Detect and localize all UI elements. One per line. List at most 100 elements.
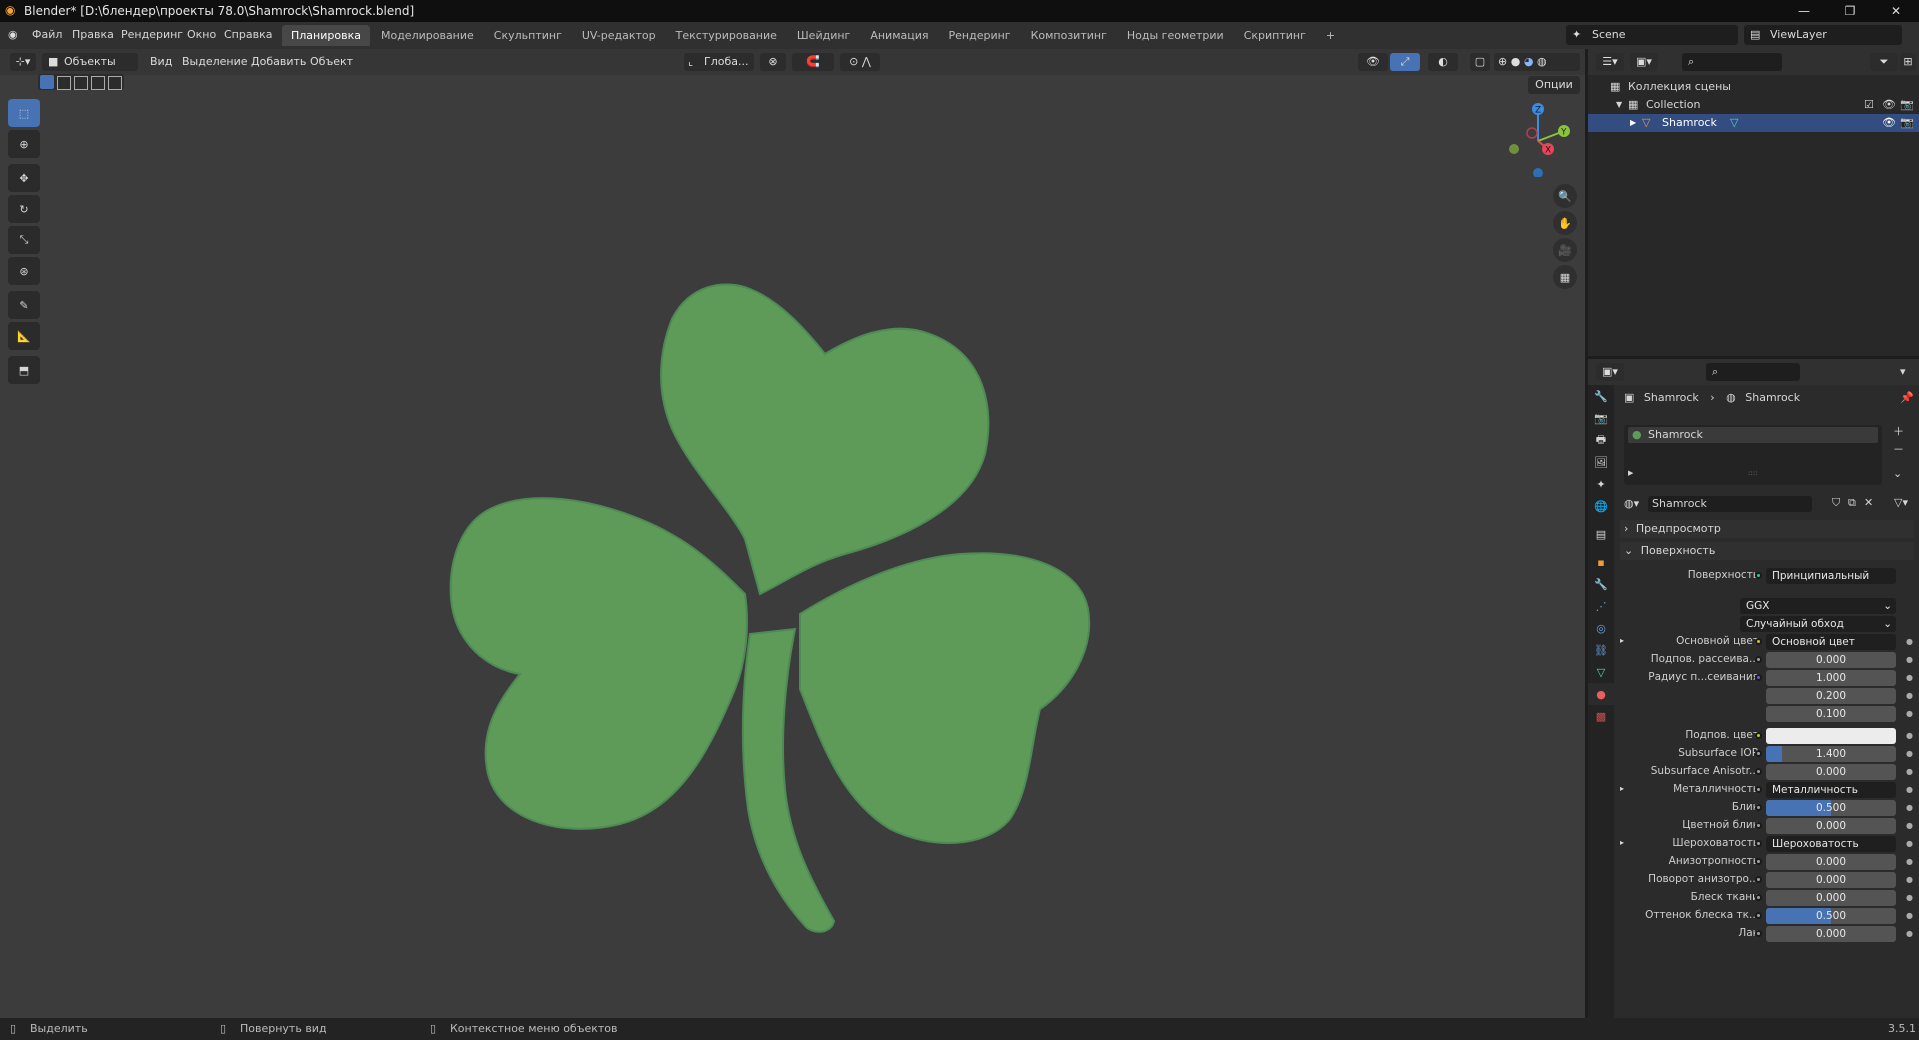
outliner-editor-type-icon[interactable]: ☰▾: [1596, 53, 1624, 71]
object-visibility-eye-icon[interactable]: 👁: [1882, 114, 1896, 132]
outliner-search-input[interactable]: ⌕: [1682, 53, 1782, 71]
shamrock-mesh[interactable]: [449, 283, 1091, 933]
scene-selector[interactable]: ✦ Scene: [1566, 25, 1738, 45]
menu-edit[interactable]: Правка: [72, 28, 114, 41]
close-button[interactable]: ✕: [1873, 0, 1919, 22]
keyframe-dot-icon[interactable]: ●: [1906, 749, 1913, 758]
input-socket-icon[interactable]: [1755, 656, 1762, 663]
bsdf-input-value-slider[interactable]: 0.500: [1766, 800, 1896, 816]
constraints-tab-icon[interactable]: ⛓: [1588, 639, 1614, 661]
list-expand-icon[interactable]: ▶: [1628, 469, 1633, 477]
fake-user-shield-icon[interactable]: ⛉: [1832, 496, 1840, 510]
menu-help[interactable]: Справка: [224, 28, 272, 41]
material-browse-icon[interactable]: ◍▾: [1624, 497, 1639, 510]
expand-input-icon[interactable]: ▸: [1620, 636, 1624, 645]
bsdf-input-value-slider[interactable]: 0.500: [1766, 908, 1896, 924]
tool-tab-icon[interactable]: 🔧: [1588, 385, 1614, 407]
keyframe-dot-icon[interactable]: ●: [1906, 839, 1913, 848]
input-socket-icon[interactable]: [1755, 930, 1762, 937]
data-tab-icon[interactable]: ▽: [1588, 661, 1614, 683]
texture-tab-icon[interactable]: ▩: [1588, 705, 1614, 727]
collapse-arrow-icon[interactable]: ▼: [1616, 96, 1622, 114]
input-socket-icon[interactable]: [1755, 638, 1762, 645]
bsdf-input-value-slider[interactable]: 0.200: [1766, 688, 1896, 704]
add-slot-icon[interactable]: ＋: [1893, 423, 1904, 439]
material-link-icon[interactable]: ▽▾: [1894, 496, 1908, 509]
material-slot-row[interactable]: ● Shamrock: [1628, 427, 1878, 443]
3d-viewport[interactable]: ⊹▾ ■ Объекты Вид Выделение Добавить Объе…: [0, 49, 1585, 1018]
bsdf-input-value-slider[interactable]: 1.400: [1766, 746, 1896, 762]
new-collection-icon[interactable]: ⊞: [1900, 53, 1916, 71]
surface-shader-field[interactable]: Принципиальный BSDF: [1766, 568, 1896, 584]
tab-uv-editing[interactable]: UV-редактор: [573, 25, 665, 46]
input-socket-icon[interactable]: [1755, 674, 1762, 681]
keyframe-dot-icon[interactable]: ●: [1906, 673, 1913, 682]
keyframe-dot-icon[interactable]: ●: [1906, 875, 1913, 884]
collection-tab-icon[interactable]: ▤: [1588, 523, 1614, 545]
slot-specials-icon[interactable]: ⌄: [1893, 467, 1902, 480]
tab-shading[interactable]: Шейдинг: [788, 25, 859, 46]
menu-render[interactable]: Рендеринг: [121, 28, 183, 41]
bsdf-input-value-slider[interactable]: 0.000: [1766, 764, 1896, 780]
bsdf-input-value-slider[interactable]: 0.000: [1766, 652, 1896, 668]
input-socket-icon[interactable]: [1755, 768, 1762, 775]
keyframe-dot-icon[interactable]: ●: [1906, 637, 1913, 646]
render-tab-icon[interactable]: 📷: [1588, 407, 1614, 429]
exclude-checkbox[interactable]: ☑: [1864, 96, 1874, 114]
keyframe-dot-icon[interactable]: ●: [1906, 857, 1913, 866]
input-socket-icon[interactable]: [1755, 858, 1762, 865]
subsurface-color-swatch[interactable]: [1766, 728, 1896, 744]
outliner-row-scene-collection[interactable]: ▦ Коллекция сцены: [1588, 78, 1919, 96]
mesh-data-icon[interactable]: ▽: [1730, 114, 1738, 132]
menu-window[interactable]: Окно: [187, 28, 216, 41]
display-mode-icon[interactable]: ▣▾: [1630, 53, 1658, 71]
object-render-camera-icon[interactable]: 📷: [1900, 114, 1914, 132]
preview-panel-header[interactable]: › Предпросмотр: [1620, 520, 1914, 538]
bsdf-input-value-slider[interactable]: 0.000: [1766, 818, 1896, 834]
object-tab-icon[interactable]: ▪: [1588, 551, 1614, 573]
expand-arrow-icon[interactable]: ▶: [1630, 114, 1636, 132]
tab-animation[interactable]: Анимация: [861, 25, 937, 46]
tab-sculpting[interactable]: Скульптинг: [485, 25, 571, 46]
input-socket-icon[interactable]: [1755, 804, 1762, 811]
particles-tab-icon[interactable]: ⋰: [1588, 595, 1614, 617]
keyframe-dot-icon[interactable]: ●: [1906, 911, 1913, 920]
keyframe-dot-icon[interactable]: ●: [1906, 731, 1913, 740]
bsdf-input-value-slider[interactable]: 0.000: [1766, 854, 1896, 870]
keyframe-dot-icon[interactable]: ●: [1906, 655, 1913, 664]
tab-scripting[interactable]: Скриптинг: [1235, 25, 1315, 46]
bsdf-input-link-field[interactable]: Шероховатость: [1766, 836, 1896, 852]
input-socket-icon[interactable]: [1755, 876, 1762, 883]
scene-tab-icon[interactable]: ✦: [1588, 473, 1614, 495]
material-name-field[interactable]: Shamrock: [1648, 496, 1812, 512]
tab-geometry-nodes[interactable]: Ноды геометрии: [1118, 25, 1233, 46]
input-socket-icon[interactable]: [1755, 822, 1762, 829]
filter-icon[interactable]: ⏷: [1870, 53, 1898, 71]
properties-search-input[interactable]: ⌕: [1706, 363, 1800, 381]
keyframe-dot-icon[interactable]: ●: [1906, 709, 1913, 718]
duplicate-material-icon[interactable]: ⧉: [1848, 496, 1856, 510]
keyframe-dot-icon[interactable]: ●: [1906, 929, 1913, 938]
bsdf-input-value-slider[interactable]: 1.000: [1766, 670, 1896, 686]
bsdf-input-link-field[interactable]: Основной цвет: [1766, 634, 1896, 650]
world-tab-icon[interactable]: 🌐: [1588, 495, 1614, 517]
bsdf-input-value-slider[interactable]: 0.100: [1766, 706, 1896, 722]
bsdf-input-link-field[interactable]: Металличность: [1766, 782, 1896, 798]
input-socket-icon[interactable]: [1755, 840, 1762, 847]
properties-editor-type-icon[interactable]: ▣▾: [1596, 363, 1624, 381]
modifier-tab-icon[interactable]: 🔧: [1588, 573, 1614, 595]
keyframe-dot-icon[interactable]: ●: [1906, 821, 1913, 830]
output-tab-icon[interactable]: 🖶: [1588, 429, 1614, 451]
blender-menu-icon[interactable]: ◉: [8, 28, 18, 41]
keyframe-dot-icon[interactable]: ●: [1906, 785, 1913, 794]
subsurface-method-dropdown[interactable]: Случайный обход ⌄: [1740, 616, 1896, 632]
properties-options-icon[interactable]: ▾: [1900, 365, 1906, 378]
view-layer-selector[interactable]: ▤ ViewLayer: [1744, 25, 1902, 45]
keyframe-dot-icon[interactable]: ●: [1906, 691, 1913, 700]
pin-icon[interactable]: 📌: [1900, 391, 1914, 404]
expand-input-icon[interactable]: ▸: [1620, 784, 1624, 793]
material-tab-icon[interactable]: ●: [1588, 683, 1614, 705]
render-camera-icon[interactable]: 📷: [1900, 96, 1914, 114]
tab-modeling[interactable]: Моделирование: [372, 25, 483, 46]
tab-rendering[interactable]: Рендеринг: [940, 25, 1020, 46]
